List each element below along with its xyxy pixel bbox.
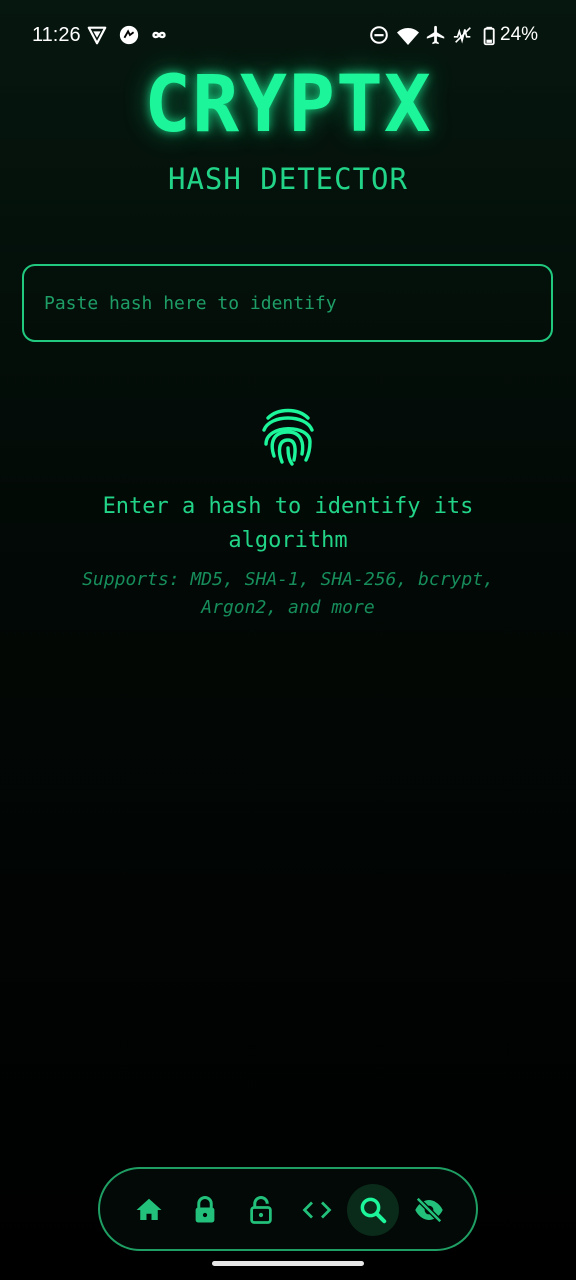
search-icon	[360, 1197, 387, 1224]
home-indicator[interactable]	[212, 1261, 364, 1266]
supported-algorithms-text: Supports: MD5, SHA-1, SHA-256, bcrypt, A…	[82, 569, 494, 618]
unlock-icon	[250, 1196, 272, 1224]
empty-state-message: Enter a hash to identify its algorithm	[102, 494, 474, 553]
nav-lock-button[interactable]	[179, 1184, 231, 1236]
app-subtitle: HASH DETECTOR	[168, 162, 408, 196]
eye-off-icon	[415, 1196, 443, 1224]
app-title: CRYPTX	[144, 60, 432, 150]
code-icon	[302, 1201, 332, 1219]
status-time: 11:26	[32, 24, 81, 46]
do-not-disturb-icon	[368, 24, 392, 48]
airplane-icon	[425, 24, 449, 48]
signal-off-icon	[452, 24, 476, 48]
nav-hidden-button[interactable]	[403, 1184, 455, 1236]
lock-icon	[195, 1196, 215, 1223]
bottom-nav	[98, 1167, 478, 1251]
infinity-icon	[148, 24, 172, 48]
nav-code-button[interactable]	[291, 1184, 343, 1236]
wifi-icon	[396, 24, 420, 48]
vpn-shield-icon	[86, 24, 110, 48]
hash-input[interactable]	[22, 264, 553, 342]
home-icon	[136, 1198, 162, 1220]
nav-unlock-button[interactable]	[235, 1184, 287, 1236]
nav-search-button[interactable]	[347, 1184, 399, 1236]
battery-percent: 24%	[500, 24, 539, 45]
app-screen: 11:26 24% CRYPTX HASH DETECTOR Paste has…	[0, 0, 576, 1280]
edge-sync-icon	[118, 24, 142, 48]
nav-home-button[interactable]	[123, 1184, 175, 1236]
fingerprint-icon	[258, 404, 318, 468]
